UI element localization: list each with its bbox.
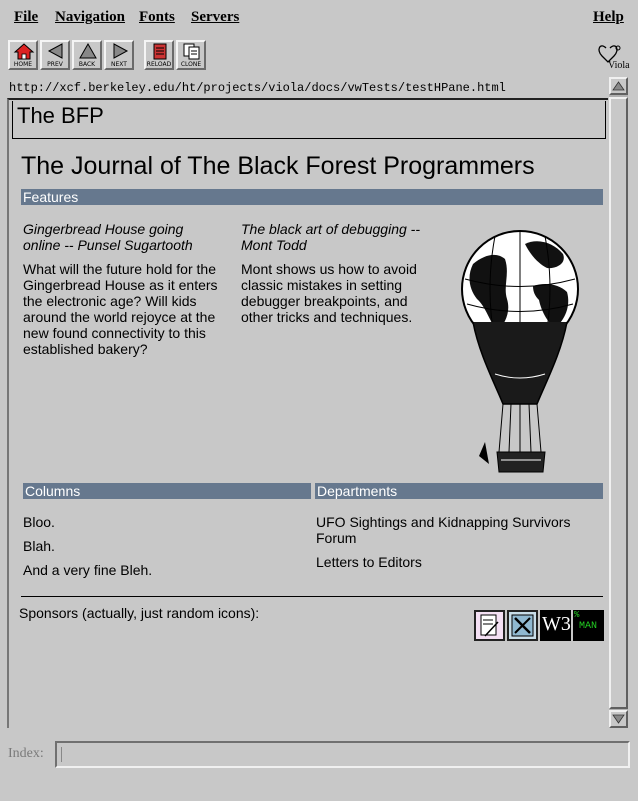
menu-navigation[interactable]: Navigation (55, 9, 125, 26)
viola-logo-text: Viola (608, 60, 630, 70)
vertical-scrollbar[interactable] (609, 77, 628, 728)
index-input[interactable] (55, 741, 630, 768)
scroll-down-button[interactable] (609, 710, 628, 728)
divider (21, 596, 603, 597)
article1-body: What will the future hold for the Ginger… (23, 261, 218, 357)
url-display[interactable]: http://xcf.berkeley.edu/ht/projects/viol… (9, 80, 607, 96)
home-icon (13, 43, 35, 60)
clone-label: CLONE (180, 61, 202, 68)
clone-document-icon (183, 43, 200, 60)
prev-arrow-icon (47, 43, 63, 59)
next-arrow-icon (113, 43, 129, 59)
reload-button[interactable]: RELOAD (144, 40, 174, 70)
page-heading: The Journal of The Black Forest Programm… (21, 152, 535, 180)
menu-help[interactable]: Help (593, 9, 624, 26)
menu-file[interactable]: File (14, 9, 38, 26)
chevron-down-icon (612, 714, 625, 724)
features-header: Features (21, 189, 603, 205)
departments-item-1[interactable]: UFO Sightings and Kidnapping Survivors F… (316, 514, 601, 546)
xman-text: MAN (579, 621, 598, 632)
next-label: NEXT (111, 61, 127, 68)
menu-bar: File Navigation Fonts Servers Help (0, 0, 638, 34)
home-label: HOME (13, 61, 33, 68)
hot-air-balloon-globe-icon (461, 230, 579, 473)
columns-item-1[interactable]: Bloo. (23, 514, 55, 530)
sponsors-label: Sponsors (actually, just random icons): (19, 605, 260, 621)
article2-title-link[interactable]: The black art of debugging -- Mont Todd (241, 221, 446, 253)
prev-label: PREV (47, 61, 63, 68)
article2-body: Mont shows us how to avoid classic mista… (241, 261, 417, 325)
w3-text: W3 (542, 613, 571, 635)
document-pen-icon (480, 614, 499, 637)
x-window-icon[interactable] (507, 610, 538, 641)
scroll-thumb[interactable] (609, 97, 628, 709)
xman-mark: % (574, 610, 580, 620)
document-view: The BFP The Journal of The Black Forest … (7, 98, 608, 728)
chevron-up-icon (612, 81, 625, 91)
document-title: The BFP (17, 103, 104, 128)
columns-item-3[interactable]: And a very fine Bleh. (23, 562, 152, 578)
home-button[interactable]: HOME (8, 40, 38, 70)
article1-title-link[interactable]: Gingerbread House going online -- Punsel… (23, 221, 223, 253)
departments-item-2[interactable]: Letters to Editors (316, 554, 601, 570)
w3-icon[interactable]: W3 (540, 610, 571, 641)
doc-icon[interactable] (474, 610, 505, 641)
menu-servers[interactable]: Servers (191, 9, 239, 26)
toolbar: HOME PREV BACK NEXT RELOAD CLONE (0, 36, 638, 74)
departments-header: Departments (315, 483, 603, 499)
back-label: BACK (78, 61, 96, 68)
xman-icon[interactable]: % MAN (573, 610, 604, 641)
columns-item-2[interactable]: Blah. (23, 538, 55, 554)
index-label: Index: (8, 746, 44, 761)
prev-button[interactable]: PREV (40, 40, 70, 70)
clone-button[interactable]: CLONE (176, 40, 206, 70)
reload-document-icon (153, 43, 167, 60)
next-button[interactable]: NEXT (104, 40, 134, 70)
viola-globe-icon: Viola (598, 45, 630, 71)
viola-logo: Viola (596, 42, 630, 71)
menu-fonts[interactable]: Fonts (139, 9, 175, 26)
x-logo-icon (511, 614, 534, 637)
back-button[interactable]: BACK (72, 40, 102, 70)
up-arrow-icon (79, 43, 97, 59)
scroll-up-button[interactable] (609, 77, 628, 95)
reload-label: RELOAD (146, 61, 172, 68)
columns-header: Columns (23, 483, 311, 499)
text-caret (61, 747, 62, 762)
document-title-box: The BFP (12, 101, 606, 139)
index-bar: Index: (0, 736, 638, 772)
